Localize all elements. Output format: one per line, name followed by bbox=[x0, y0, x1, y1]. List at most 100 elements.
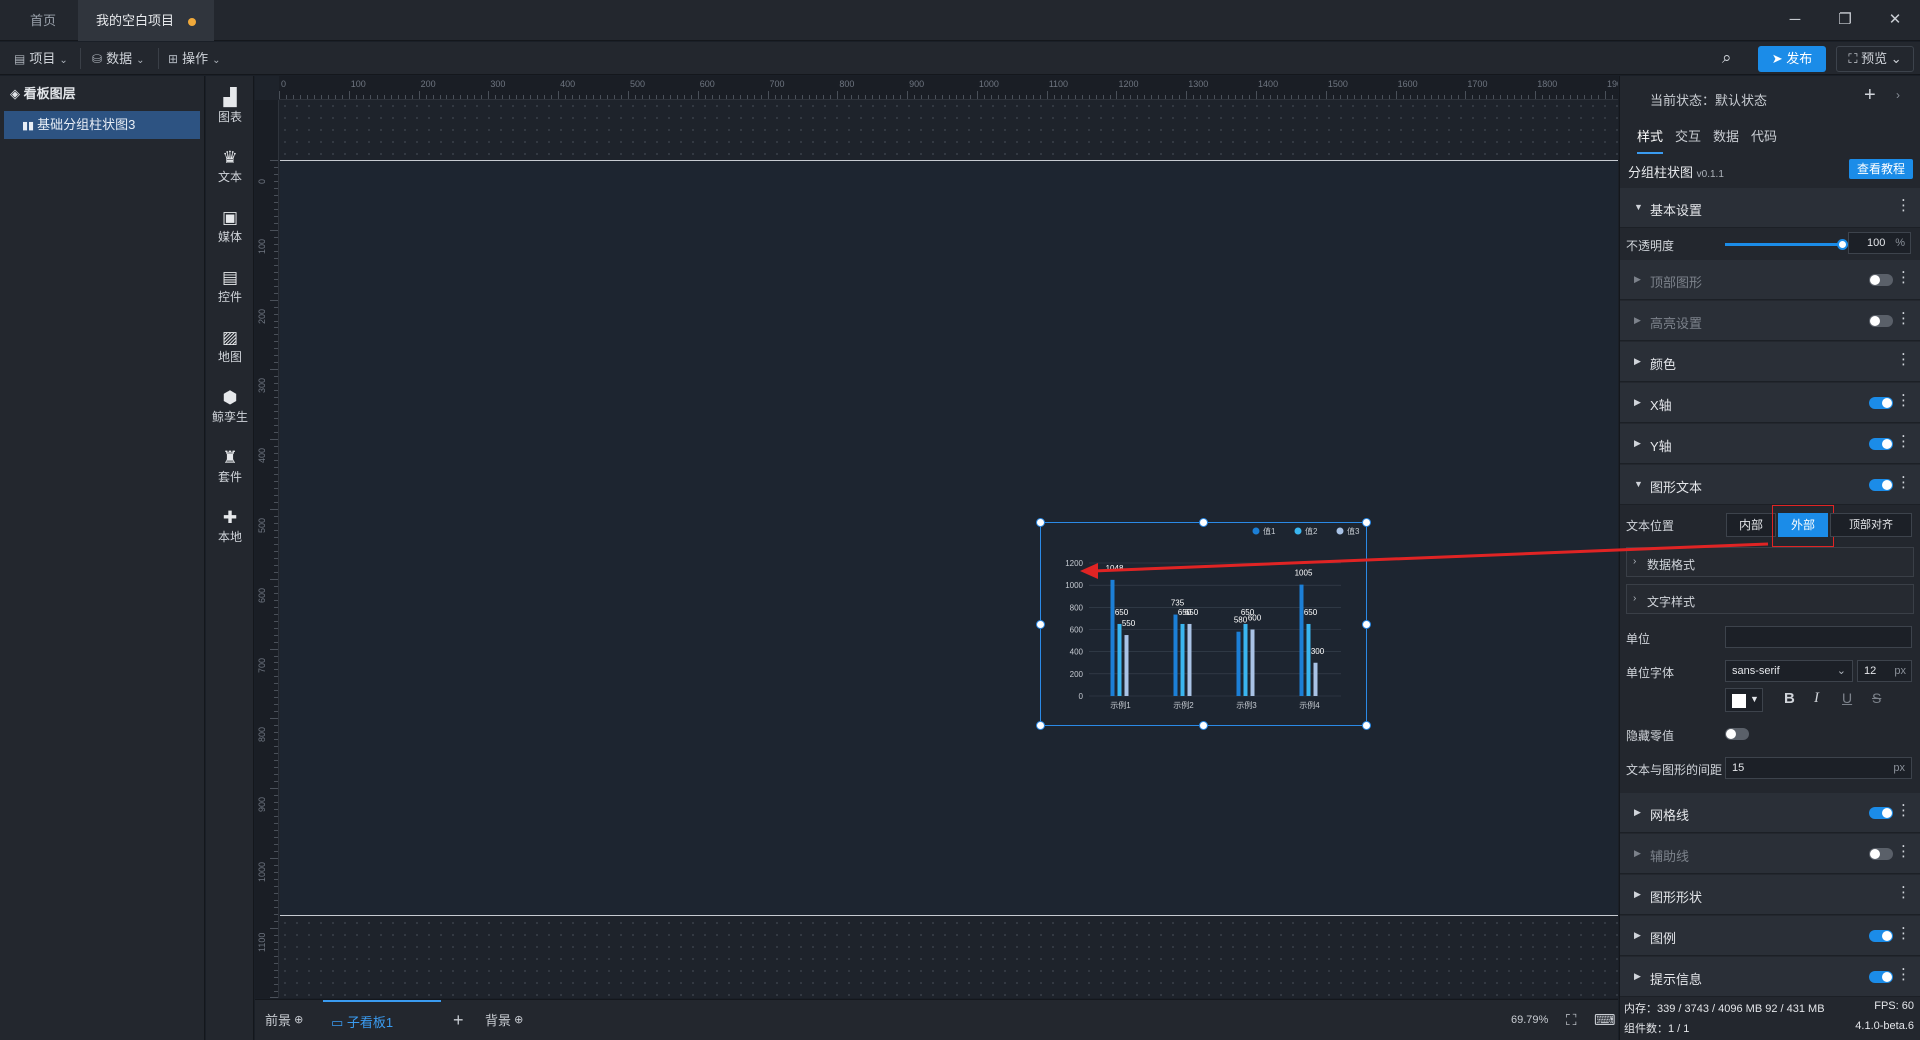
menu-operation[interactable]: ⊞ 操作 ⌄ bbox=[168, 42, 220, 75]
opacity-slider[interactable] bbox=[1725, 239, 1848, 250]
more-icon[interactable]: ⋮ bbox=[1896, 885, 1911, 901]
unit-font-select[interactable]: sans-serif ⌄ bbox=[1725, 660, 1853, 682]
component-map[interactable]: ▨ 地图 bbox=[206, 328, 254, 365]
resize-handle[interactable] bbox=[1036, 518, 1045, 527]
publish-button[interactable]: ➤ 发布 bbox=[1758, 46, 1826, 72]
section-item[interactable]: ▶ 颜色 ⋮ bbox=[1620, 342, 1920, 382]
section-item[interactable]: ▶ 提示信息 ⋮ bbox=[1620, 957, 1920, 997]
tutorial-button[interactable]: 查看教程 bbox=[1849, 159, 1913, 179]
resize-handle[interactable] bbox=[1362, 518, 1371, 527]
chevron-right-icon[interactable]: › bbox=[1896, 88, 1900, 102]
tab-home[interactable]: 首页 bbox=[12, 0, 74, 41]
section-item[interactable]: ▶ 辅助线 ⋮ bbox=[1620, 834, 1920, 874]
canvas-area[interactable]: 0 100 200 300 400 500 600 700 800 900 1000 1100 1200… bbox=[255, 76, 1618, 998]
preview-button[interactable]: ⛶ 预览 ⌄ bbox=[1836, 46, 1914, 72]
component-local[interactable]: ✚ 本地 bbox=[206, 508, 254, 545]
section-item[interactable]: ▶ 网格线 ⋮ bbox=[1620, 793, 1920, 833]
minimize-icon[interactable]: ─ bbox=[1780, 8, 1810, 32]
more-icon[interactable]: ⋮ bbox=[1896, 434, 1911, 450]
text-color-picker[interactable]: ▼ bbox=[1725, 688, 1763, 712]
more-icon[interactable]: ⋮ bbox=[1896, 475, 1911, 491]
close-icon[interactable]: ✕ bbox=[1880, 8, 1910, 32]
gap-input[interactable]: 15 px bbox=[1725, 757, 1912, 779]
section-toggle[interactable] bbox=[1869, 315, 1893, 327]
more-icon[interactable]: ⋮ bbox=[1896, 926, 1911, 942]
text-position-inside[interactable]: 内部 bbox=[1726, 513, 1776, 537]
tab-front[interactable]: 前景 ⊕ bbox=[265, 1000, 303, 1040]
section-item[interactable]: ▶ 顶部图形 ⋮ bbox=[1620, 260, 1920, 300]
unit-input[interactable] bbox=[1725, 626, 1912, 648]
add-board-icon[interactable]: + bbox=[453, 1000, 464, 1040]
underline-icon[interactable]: U bbox=[1842, 690, 1852, 706]
unit-font-size-input[interactable]: 12 px bbox=[1857, 660, 1912, 682]
section-toggle[interactable] bbox=[1869, 930, 1893, 942]
restore-icon[interactable]: ❐ bbox=[1830, 8, 1860, 32]
section-item[interactable]: ▶ 图例 ⋮ bbox=[1620, 916, 1920, 956]
fit-screen-icon[interactable]: ⛶ bbox=[1566, 1000, 1577, 1040]
section-toggle[interactable] bbox=[1869, 807, 1893, 819]
graphic-text-toggle[interactable] bbox=[1869, 479, 1893, 491]
tab-project[interactable]: 我的空白项目 bbox=[78, 0, 215, 41]
tab-sub-board[interactable]: ▭ 子看板1 bbox=[323, 1000, 441, 1040]
menu-project[interactable]: ▤ 项目 ⌄ bbox=[14, 42, 68, 75]
italic-icon[interactable]: I bbox=[1814, 690, 1819, 707]
resize-handle[interactable] bbox=[1036, 620, 1045, 629]
text-position-top-align[interactable]: 顶部对齐 bbox=[1830, 513, 1912, 537]
add-circle-icon[interactable]: ⊕ bbox=[511, 1014, 523, 1026]
search-icon[interactable]: ⌕ bbox=[1722, 48, 1732, 68]
opacity-input[interactable]: 100% bbox=[1848, 232, 1911, 254]
component-kit[interactable]: ♜ 套件 bbox=[206, 448, 254, 485]
component-twin[interactable]: ⬢ 鲸孪生 bbox=[206, 388, 254, 425]
component-control[interactable]: ▤ 控件 bbox=[206, 268, 254, 305]
component-text[interactable]: ♛ 文本 bbox=[206, 148, 254, 185]
zoom-level[interactable]: 69.79% bbox=[1511, 1000, 1548, 1040]
resize-handle[interactable] bbox=[1362, 721, 1371, 730]
add-circle-icon[interactable]: ⊕ bbox=[291, 1014, 303, 1026]
more-icon[interactable]: ⋮ bbox=[1896, 844, 1911, 860]
dashboard-board[interactable] bbox=[280, 160, 1618, 916]
resize-handle[interactable] bbox=[1199, 721, 1208, 730]
ruler-tick bbox=[274, 536, 278, 538]
more-icon[interactable]: ⋮ bbox=[1896, 393, 1911, 409]
keyboard-icon[interactable]: ⌨ bbox=[1594, 1000, 1616, 1040]
selected-chart-widget[interactable]: 0 200 400 600 800 1000 1200 1048 650 550 示例1 735 650… bbox=[1036, 518, 1371, 730]
section-item[interactable]: ▶ 图形形状 ⋮ bbox=[1620, 875, 1920, 915]
more-icon[interactable]: ⋮ bbox=[1896, 270, 1911, 286]
resize-handle[interactable] bbox=[1199, 518, 1208, 527]
component-media[interactable]: ▣ 媒体 bbox=[206, 208, 254, 245]
strikethrough-icon[interactable]: S bbox=[1872, 690, 1881, 706]
grouped-bar-chart[interactable]: 0200400600800100012001048650550示例1735650… bbox=[1041, 523, 1368, 727]
tab-style[interactable]: 样式 bbox=[1637, 126, 1664, 154]
tab-background[interactable]: 背景 ⊕ bbox=[485, 1000, 523, 1040]
section-basic-settings[interactable]: ▼ 基本设置 ⋮ bbox=[1620, 188, 1920, 228]
section-toggle[interactable] bbox=[1869, 274, 1893, 286]
more-icon[interactable]: ⋮ bbox=[1896, 803, 1911, 819]
layer-item[interactable]: ▮▮ 基础分组柱状图3 bbox=[4, 111, 200, 139]
section-toggle[interactable] bbox=[1869, 397, 1893, 409]
section-item[interactable]: ▶ X轴 ⋮ bbox=[1620, 383, 1920, 423]
section-toggle[interactable] bbox=[1869, 848, 1893, 860]
section-graphic-text[interactable]: ▼ 图形文本 ⋮ bbox=[1620, 465, 1920, 505]
subsection-data-format[interactable]: › 数据格式 bbox=[1626, 547, 1914, 577]
more-icon[interactable]: ⋮ bbox=[1896, 967, 1911, 983]
more-icon[interactable]: ⋮ bbox=[1896, 352, 1911, 368]
opacity-slider-handle[interactable] bbox=[1837, 239, 1848, 250]
section-item[interactable]: ▶ 高亮设置 ⋮ bbox=[1620, 301, 1920, 341]
bold-icon[interactable]: B bbox=[1784, 690, 1795, 707]
add-state-icon[interactable]: + bbox=[1864, 84, 1876, 107]
tab-data[interactable]: 数据 bbox=[1713, 126, 1739, 145]
subsection-text-style[interactable]: › 文字样式 bbox=[1626, 584, 1914, 614]
section-item[interactable]: ▶ Y轴 ⋮ bbox=[1620, 424, 1920, 464]
more-icon[interactable]: ⋮ bbox=[1896, 198, 1911, 214]
menu-data[interactable]: ⛁ 数据 ⌄ bbox=[92, 42, 144, 75]
tab-code[interactable]: 代码 bbox=[1751, 126, 1777, 145]
tab-interaction[interactable]: 交互 bbox=[1675, 126, 1701, 145]
resize-handle[interactable] bbox=[1362, 620, 1371, 629]
component-chart[interactable]: ▟ 图表 bbox=[206, 88, 254, 125]
more-icon[interactable]: ⋮ bbox=[1896, 311, 1911, 327]
section-toggle[interactable] bbox=[1869, 438, 1893, 450]
resize-handle[interactable] bbox=[1036, 721, 1045, 730]
section-toggle[interactable] bbox=[1869, 971, 1893, 983]
layers-icon: ◈ bbox=[10, 86, 24, 101]
hide-zero-toggle[interactable] bbox=[1725, 728, 1749, 740]
